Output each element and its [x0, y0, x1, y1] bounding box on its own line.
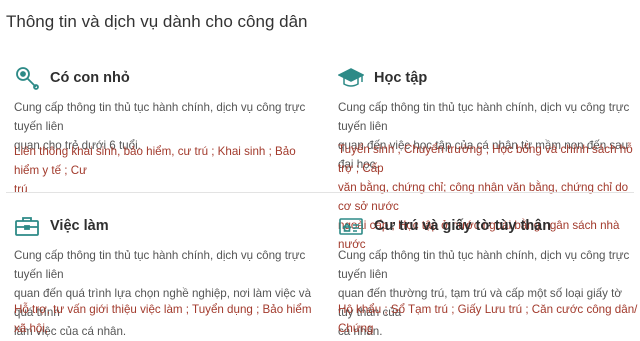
card-title[interactable]: Cư trú và giấy tờ tùy thân — [374, 218, 551, 234]
card-header[interactable]: Học tập — [338, 66, 427, 90]
link-line[interactable]: văn bằng, chứng chỉ; công nhận văn bằng,… — [338, 178, 638, 216]
card-title[interactable]: Học tập — [374, 70, 427, 86]
card-header[interactable]: Cư trú và giấy tờ tùy thân — [338, 214, 551, 238]
page-title: Thông tin và dịch vụ dành cho công dân — [6, 12, 308, 31]
link-line[interactable]: trú — [14, 180, 314, 199]
card-header[interactable]: Có con nhỏ — [14, 66, 130, 90]
briefcase-icon — [14, 214, 40, 238]
section-divider — [6, 192, 634, 193]
card-links[interactable]: Hộ khẩu ; Sổ Tạm trú ; Giấy Lưu trú ; Că… — [338, 300, 638, 338]
desc-line: Cung cấp thông tin thủ tục hành chính, d… — [14, 101, 306, 133]
link-line[interactable]: Hộ khẩu ; Sổ Tạm trú ; Giấy Lưu trú ; Că… — [338, 300, 638, 338]
link-line[interactable]: Tuyển sinh ; Chuyển trường ; Học bổng và… — [338, 140, 638, 178]
desc-line: Cung cấp thông tin thủ tục hành chính, d… — [338, 101, 630, 133]
card-links[interactable]: Hỗ trợ, tư vấn giới thiệu việc làm ; Tuy… — [14, 300, 314, 338]
id-card-house-icon — [338, 214, 364, 238]
card-header[interactable]: Việc làm — [14, 214, 109, 238]
link-line[interactable]: Liên thông khai sinh, bảo hiểm, cư trú ;… — [14, 142, 314, 180]
desc-line: Cung cấp thông tin thủ tục hành chính, d… — [14, 249, 306, 281]
card-title[interactable]: Có con nhỏ — [50, 70, 130, 86]
link-line[interactable]: Hỗ trợ, tư vấn giới thiệu việc làm ; Tuy… — [14, 300, 314, 338]
graduation-cap-icon — [338, 66, 364, 90]
card-links[interactable]: Liên thông khai sinh, bảo hiểm, cư trú ;… — [14, 142, 314, 199]
desc-line: Cung cấp thông tin thủ tục hành chính, d… — [338, 249, 630, 281]
card-title[interactable]: Việc làm — [50, 218, 109, 234]
baby-rattle-icon — [14, 66, 40, 90]
